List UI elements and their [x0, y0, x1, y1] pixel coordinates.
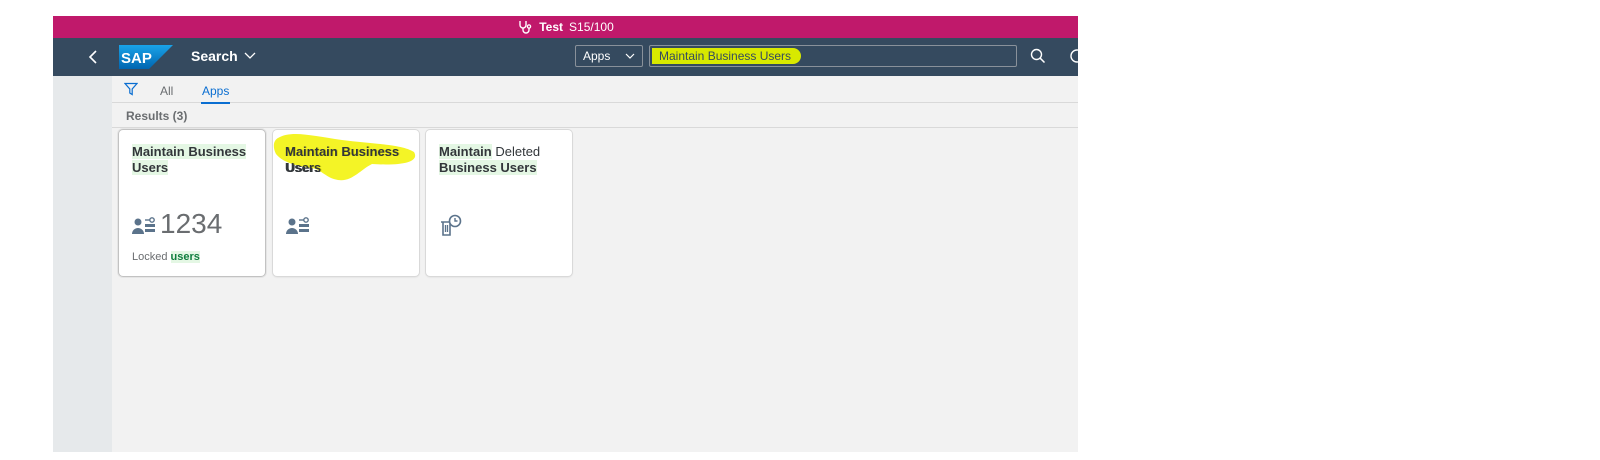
tile-title: Maintain Business Users [132, 144, 256, 176]
chevron-left-icon [88, 50, 97, 64]
filter-icon[interactable] [124, 82, 138, 96]
tile-title-match: Maintain [439, 144, 492, 159]
search-input[interactable]: Maintain Business Users [649, 45, 1017, 67]
environment-system: S15/100 [569, 20, 614, 34]
delete-history-icon [441, 214, 462, 236]
tile-footer-match: users [170, 251, 200, 263]
app-tile-maintain-deleted-business-users[interactable]: Maintain Deleted Business Users [426, 130, 572, 276]
sap-logo-text: SAP [121, 50, 152, 67]
tile-title-text: Deleted [491, 144, 541, 159]
chevron-down-icon [244, 52, 256, 59]
environment-name: Test [539, 20, 564, 34]
app-window: Test S15/100 SAP Search Apps Maintain Bu… [53, 16, 1078, 452]
user-settings-icon [132, 217, 155, 234]
tab-all[interactable]: All [160, 84, 173, 98]
environment-bar: Test S15/100 [53, 16, 1078, 38]
tile-footer-text: Locked [132, 251, 171, 263]
search-input-value: Maintain Business Users [652, 48, 802, 64]
search-menu-button[interactable]: Search [191, 48, 256, 64]
user-settings-icon [286, 217, 309, 234]
tile-title: Maintain Deleted Business Users [439, 144, 563, 176]
shell-title: Search [191, 48, 238, 64]
back-button[interactable] [83, 46, 105, 68]
side-panel [53, 76, 112, 452]
highlight-annotation: Maintain Business Users [273, 134, 416, 181]
settings-icon[interactable] [1069, 48, 1078, 64]
results-count: Results (3) [126, 109, 188, 123]
sap-logo[interactable]: SAP [119, 45, 173, 69]
app-tile-maintain-business-users[interactable]: Maintain Business Users 1234 Locked user… [119, 130, 265, 276]
tile-kpi-number: 1234 [160, 208, 223, 239]
search-scope-select[interactable]: Apps [575, 45, 643, 67]
chevron-down-icon [625, 53, 635, 59]
search-icon [1030, 48, 1046, 64]
divider [112, 127, 1078, 128]
tile-title-match: Business Users [439, 160, 537, 175]
search-button[interactable] [1029, 47, 1047, 65]
tab-apps[interactable]: Apps [200, 84, 231, 104]
tile-title-text: Maintain Business Users [132, 144, 247, 175]
search-scope-value: Apps [583, 49, 611, 63]
tile-footer: Locked users [132, 251, 200, 263]
result-tab-bar: All Apps [112, 76, 1078, 104]
stethoscope-icon [519, 21, 532, 34]
shell-bar: SAP Search Apps Maintain Business Users [53, 38, 1078, 76]
